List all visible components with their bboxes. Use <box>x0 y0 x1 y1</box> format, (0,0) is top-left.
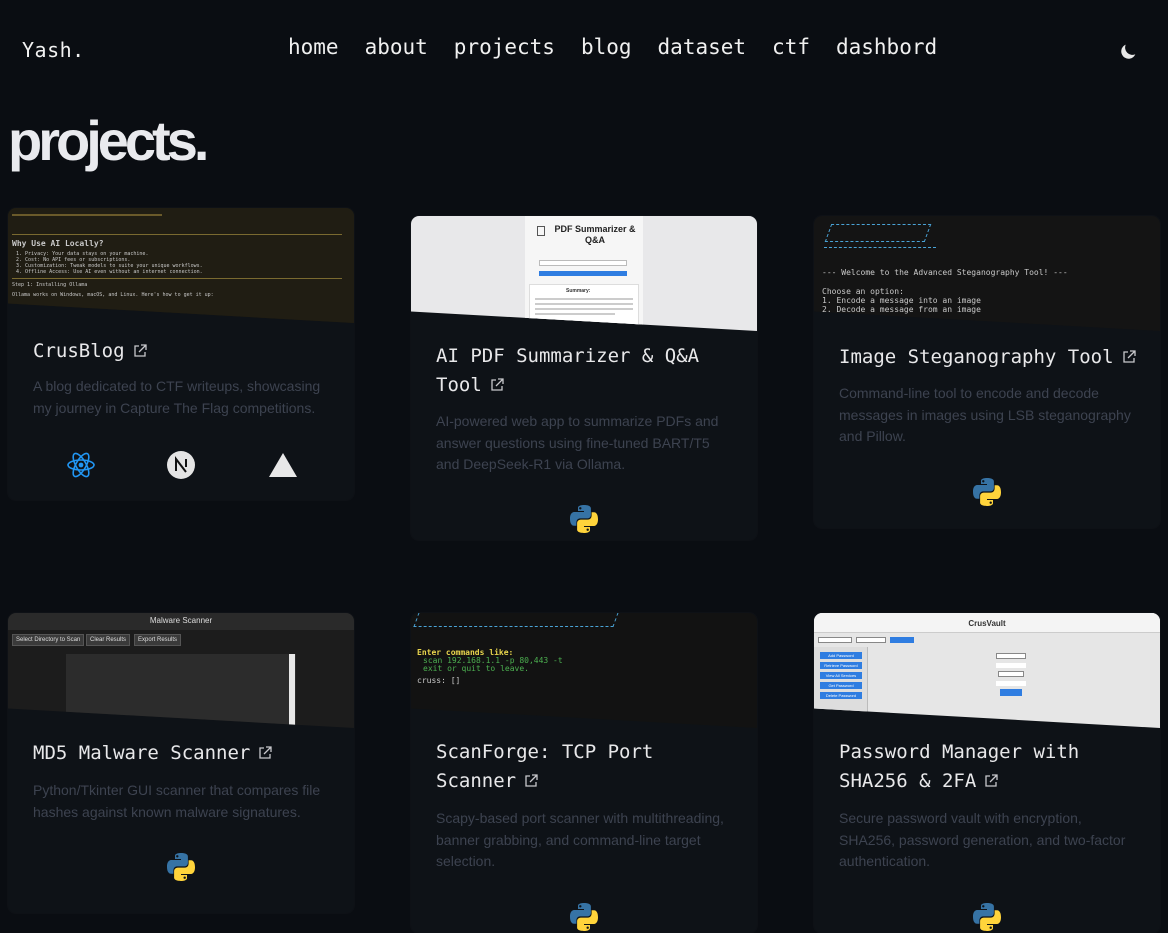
project-thumbnail: Why Use AI Locally? 1. Privacy: Your dat… <box>8 208 354 323</box>
external-link-icon <box>985 774 998 787</box>
project-title-text: ScanForge: TCP Port Scanner <box>436 741 654 792</box>
project-card-scanforge[interactable]: Enter commands like: scan 192.168.1.1 -p… <box>411 613 757 933</box>
thumb-line: cruss: [] <box>417 676 461 685</box>
project-title[interactable]: AI PDF Summarizer & Q&A Tool <box>436 342 736 400</box>
project-thumbnail: Enter commands like: scan 192.168.1.1 -p… <box>411 613 757 728</box>
python-icon <box>570 505 598 533</box>
project-description: Python/Tkinter GUI scanner that compares… <box>33 782 321 820</box>
thumb-line: Step 1: Installing Ollama <box>12 282 88 288</box>
nav-link-home[interactable]: home <box>288 35 339 59</box>
thumb-button: Select Directory to Scan <box>12 634 85 646</box>
thumb-side-button: Delete Password <box>820 692 862 699</box>
thumb-heading: PDF Summarizer & Q&A <box>554 224 636 245</box>
project-title[interactable]: CrusBlog <box>33 337 333 366</box>
external-link-icon <box>491 378 504 391</box>
python-icon <box>973 903 1001 931</box>
project-card-pdf-summarizer[interactable]: PDF Summarizer & Q&A Summary: AI PDF Sum… <box>411 216 757 540</box>
react-icon <box>67 452 95 478</box>
top-nav: Yash. home about projects blog dataset c… <box>0 0 1168 96</box>
project-card-crusblog[interactable]: Why Use AI Locally? 1. Privacy: Your dat… <box>8 208 354 500</box>
thumb-line: Ollama works on Windows, macOS, and Linu… <box>12 292 214 298</box>
site-logo[interactable]: Yash. <box>22 38 85 62</box>
project-description: Scapy-based port scanner with multithrea… <box>436 810 724 869</box>
nav-link-blog[interactable]: blog <box>581 35 632 59</box>
thumb-side-button: View All Services <box>820 672 862 679</box>
project-title[interactable]: MD5 Malware Scanner <box>33 739 333 768</box>
thumb-line: exit or quit to leave. <box>423 664 529 673</box>
project-thumbnail: PDF Summarizer & Q&A Summary: <box>411 216 757 331</box>
thumb-line: --- Welcome to the Advanced Steganograph… <box>822 268 1068 277</box>
thumb-side-button: Get Password <box>820 682 862 689</box>
project-title-text: AI PDF Summarizer & Q&A Tool <box>436 345 700 396</box>
nav-link-dashbord[interactable]: dashbord <box>836 35 937 59</box>
project-title-text: MD5 Malware Scanner <box>33 742 251 764</box>
nav-link-ctf[interactable]: ctf <box>772 35 810 59</box>
thumb-line: Why Use AI Locally? <box>12 239 104 248</box>
python-icon <box>167 853 195 881</box>
project-description: AI-powered web app to summarize PDFs and… <box>436 413 719 472</box>
thumb-line: 2. Decode a message from an image <box>822 305 981 314</box>
project-card-malware-scanner[interactable]: Malware Scanner Select Directory to Scan… <box>8 613 354 913</box>
project-title-text: Password Manager with SHA256 & 2FA <box>839 741 1080 792</box>
thumb-side-button: Retrieve Password <box>820 662 862 669</box>
thumb-summary-label: Summary: <box>566 288 591 294</box>
project-title-text: Image Steganography Tool <box>839 346 1114 368</box>
project-card-password-manager[interactable]: CrusVault Add Password Retrieve Password… <box>814 613 1160 933</box>
external-link-icon <box>259 746 272 759</box>
python-icon <box>973 478 1001 506</box>
thumb-line: Choose an option: <box>822 287 904 296</box>
project-title[interactable]: Password Manager with SHA256 & 2FA <box>839 738 1139 796</box>
external-link-icon <box>1122 350 1136 363</box>
nextjs-icon <box>167 451 195 479</box>
project-thumbnail: CrusVault Add Password Retrieve Password… <box>814 613 1160 728</box>
external-link-icon <box>525 774 538 787</box>
thumb-window-title: Malware Scanner <box>149 616 213 625</box>
page-title: projects. <box>8 109 209 172</box>
nav-link-dataset[interactable]: dataset <box>658 35 747 59</box>
thumb-side-button: Add Password <box>820 652 862 659</box>
thumb-window-title: CrusVault <box>968 619 1006 628</box>
external-link-icon <box>133 344 147 357</box>
project-card-steganography[interactable]: --- Welcome to the Advanced Steganograph… <box>814 216 1160 528</box>
nav-link-about[interactable]: about <box>365 35 428 59</box>
nav-links: home about projects blog dataset ctf das… <box>288 35 937 59</box>
project-description: Secure password vault with encryption, S… <box>839 810 1126 869</box>
project-description: Command-line tool to encode and decode m… <box>839 385 1131 444</box>
project-description: A blog dedicated to CTF writeups, showca… <box>33 378 321 416</box>
project-title-text: CrusBlog <box>33 340 125 362</box>
project-thumbnail: --- Welcome to the Advanced Steganograph… <box>814 216 1160 331</box>
thumb-line: 1. Encode a message into an image <box>822 296 981 305</box>
nav-link-projects[interactable]: projects <box>454 35 555 59</box>
vercel-icon <box>269 453 297 477</box>
project-title[interactable]: ScanForge: TCP Port Scanner <box>436 738 736 796</box>
project-thumbnail: Malware Scanner Select Directory to Scan… <box>8 613 354 728</box>
thumb-button: Clear Results <box>86 634 131 646</box>
thumb-button: Export Results <box>134 634 182 646</box>
thumb-line: 4. Offline Access: Use AI even without a… <box>16 269 203 275</box>
project-title[interactable]: Image Steganography Tool <box>839 343 1139 372</box>
moon-icon[interactable] <box>1117 41 1139 63</box>
python-icon <box>570 903 598 931</box>
